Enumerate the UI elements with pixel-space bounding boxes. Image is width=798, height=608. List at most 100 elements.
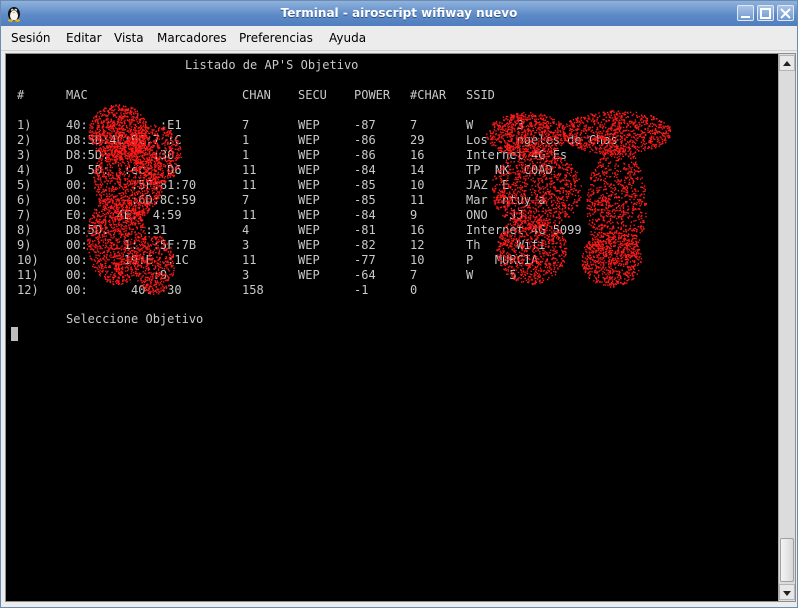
row-secu: WEP: [298, 148, 320, 162]
row-secu: WEP: [298, 163, 320, 177]
row-secu: WEP: [298, 178, 320, 192]
row-chan: 11: [242, 163, 257, 177]
row-index: 9): [17, 238, 32, 252]
row-char: 7: [410, 118, 418, 132]
row-power: -84: [354, 163, 376, 177]
row-char: 12: [410, 238, 425, 252]
row-mac: 00: 40: 30: [66, 283, 182, 297]
row-mac: 00: 1: :5F:7B: [66, 238, 197, 252]
row-ssid: ONO JJ: [466, 208, 524, 222]
terminal-window: Terminal - airoscript wifiway nuevo Sesi…: [0, 0, 798, 608]
row-index: 5): [17, 178, 32, 192]
row-ssid: JAZ E: [466, 178, 517, 192]
title-bar[interactable]: Terminal - airoscript wifiway nuevo: [1, 1, 797, 26]
row-power: -85: [354, 193, 376, 207]
row-ssid: TP NK C0AD: [466, 163, 553, 177]
row-char: 11: [410, 193, 425, 207]
col-header-power: POWER: [354, 88, 391, 102]
row-chan: 3: [242, 238, 250, 252]
maximize-button[interactable]: [757, 5, 774, 21]
row-mac: D 5D: :ec: D6: [66, 163, 182, 177]
row-power: -87: [354, 118, 376, 132]
row-chan: 3: [242, 268, 250, 282]
row-char: 14: [410, 163, 425, 177]
row-power: -86: [354, 133, 376, 147]
row-chan: 7: [242, 193, 250, 207]
row-secu: WEP: [298, 118, 320, 132]
row-index: 3): [17, 148, 32, 162]
row-chan: 11: [242, 253, 257, 267]
row-index: 11): [17, 268, 39, 282]
row-index: 10): [17, 253, 39, 267]
row-power: -1: [354, 283, 369, 297]
scroll-down-icon: [783, 591, 791, 596]
row-power: -82: [354, 238, 376, 252]
row-secu: WEP: [298, 268, 320, 282]
row-secu: WEP: [298, 208, 320, 222]
row-secu: WEP: [298, 193, 320, 207]
window-title: Terminal - airoscript wifiway nuevo: [280, 6, 518, 20]
row-ssid: Internet 4G 5099: [466, 223, 582, 237]
row-chan: 4: [242, 223, 250, 237]
row-secu: WEP: [298, 133, 320, 147]
menu-bar: Sesión Editar Vista Marcadores Preferenc…: [1, 26, 797, 51]
row-mac: E0: 4E: 4:59: [66, 208, 182, 222]
menu-ayuda[interactable]: Ayuda: [329, 31, 366, 45]
row-mac: D8:5D: :31: [66, 223, 168, 237]
col-header-secu: SECU: [298, 88, 327, 102]
row-ssid: P MURCIA: [466, 253, 539, 267]
row-power: -64: [354, 268, 376, 282]
menu-editar[interactable]: Editar: [66, 31, 102, 45]
menu-vista[interactable]: Vista: [114, 31, 144, 45]
row-ssid: W 3: [466, 118, 524, 132]
row-secu: WEP: [298, 223, 320, 237]
row-secu: WEP: [298, 238, 320, 252]
minimize-button[interactable]: [737, 5, 754, 21]
list-heading: Listado de AP'S Objetivo: [185, 58, 359, 72]
row-mac: D8:5D: :30: [66, 148, 175, 162]
row-power: -86: [354, 148, 376, 162]
col-header-index: #: [17, 88, 25, 102]
menu-sesion[interactable]: Sesión: [11, 31, 51, 45]
row-index: 4): [17, 163, 32, 177]
row-char: 16: [410, 148, 425, 162]
row-char: 9: [410, 208, 418, 222]
row-index: 1): [17, 118, 32, 132]
row-char: 0: [410, 283, 418, 297]
vertical-scrollbar[interactable]: [778, 54, 795, 601]
row-index: 7): [17, 208, 32, 222]
terminal-cursor: [11, 327, 18, 341]
col-header-mac: MAC: [66, 88, 88, 102]
col-header-char: #CHAR: [410, 88, 447, 102]
row-mac: 00: :6D:8C:59: [66, 193, 197, 207]
row-ssid: Th Wifi: [466, 238, 546, 252]
scrollbar-thumb[interactable]: [780, 538, 794, 582]
row-chan: 11: [242, 178, 257, 192]
menu-preferencias[interactable]: Preferencias: [239, 31, 313, 45]
row-ssid: Mar ntuy a: [466, 193, 546, 207]
row-ssid: Internet 4G Es: [466, 148, 568, 162]
row-chan: 7: [242, 118, 250, 132]
scroll-down-button[interactable]: [779, 584, 795, 600]
row-chan: 1: [242, 133, 250, 147]
menu-marcadores[interactable]: Marcadores: [157, 31, 227, 45]
scroll-up-button[interactable]: [779, 55, 795, 71]
select-prompt: Seleccione Objetivo: [66, 312, 204, 326]
row-index: 8): [17, 223, 32, 237]
close-icon: [780, 8, 791, 19]
row-mac: 00: :9: [66, 268, 168, 282]
maximize-icon: [760, 8, 771, 19]
row-power: -85: [354, 178, 376, 192]
row-chan: 1: [242, 148, 250, 162]
row-chan: 158: [242, 283, 264, 297]
col-header-ssid: SSID: [466, 88, 495, 102]
terminal-frame: Listado de AP'S Objetivo # MAC CHAN SECU…: [5, 53, 796, 602]
row-power: -81: [354, 223, 376, 237]
row-chan: 11: [242, 208, 257, 222]
close-button[interactable]: [777, 5, 794, 21]
row-char: 10: [410, 178, 425, 192]
row-power: -84: [354, 208, 376, 222]
row-power: -77: [354, 253, 376, 267]
row-ssid: W 5: [466, 268, 517, 282]
terminal-output[interactable]: Listado de AP'S Objetivo # MAC CHAN SECU…: [6, 54, 778, 601]
